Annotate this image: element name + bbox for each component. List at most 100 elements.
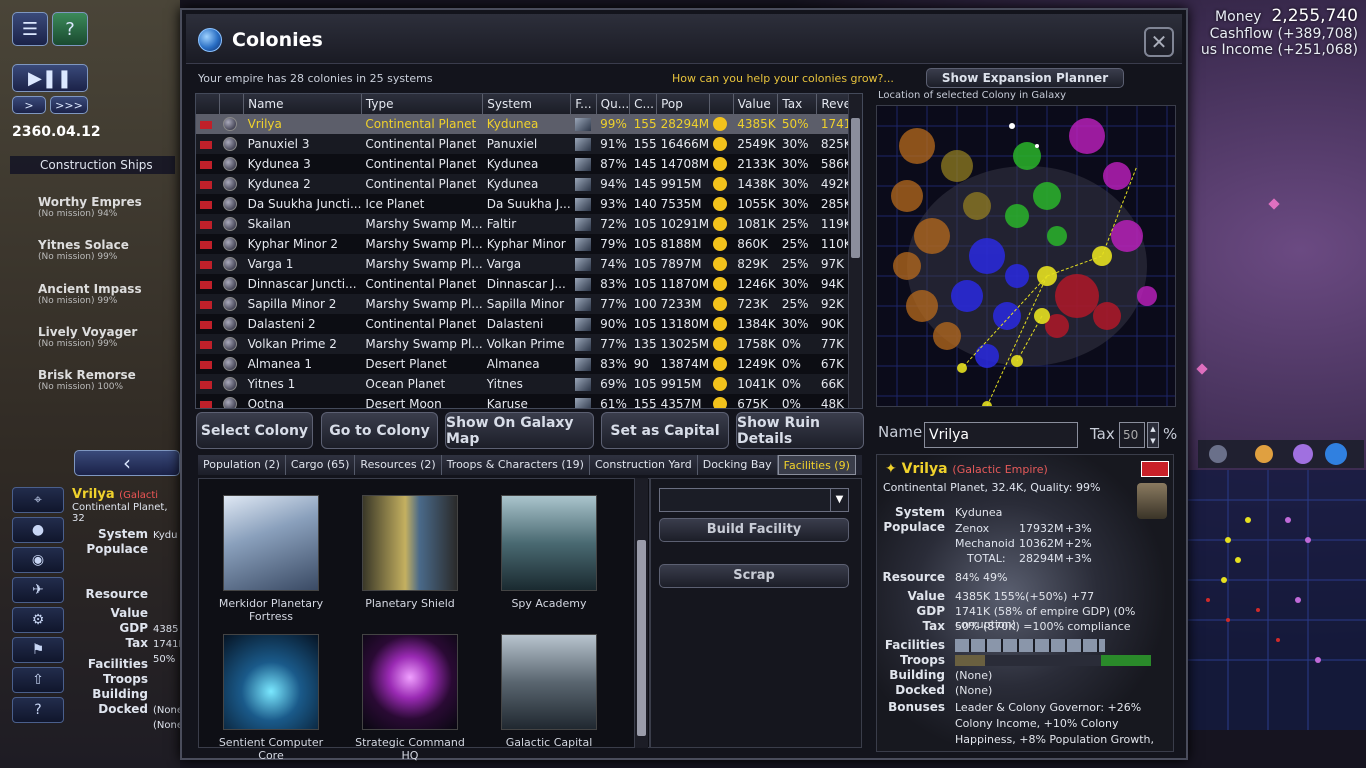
help-icon[interactable]: ?	[52, 12, 88, 46]
facility-item[interactable]: Spy Academy	[484, 495, 614, 610]
col-header[interactable]	[709, 94, 734, 114]
ship-pct: 99%	[97, 339, 118, 349]
scrap-button[interactable]: Scrap	[659, 564, 849, 588]
col-header[interactable]: Tax	[777, 94, 818, 114]
eye-icon[interactable]: ◉	[12, 547, 64, 573]
tab-facilities[interactable]: Facilities (9)	[777, 455, 856, 475]
speed-up-button[interactable]: >	[12, 96, 46, 114]
fleet-icon[interactable]: ⇧	[12, 667, 64, 693]
ship-item[interactable]: Brisk Remorse (No mission) 100%	[38, 368, 178, 392]
facility-icons-strip[interactable]	[955, 639, 1105, 652]
tab-resources[interactable]: Resources (2)	[355, 455, 442, 475]
table-row[interactable]: Sapilla Minor 2 Marshy Swamp Pl... Sapilla…	[196, 294, 862, 314]
table-row[interactable]: Panuxiel 3 Continental Planet Panuxiel 91% 1…	[196, 134, 862, 154]
tax-input[interactable]: 50	[1119, 422, 1145, 448]
facilities-scrollbar[interactable]	[634, 478, 648, 748]
facility-item[interactable]: Planetary Shield	[345, 495, 475, 610]
table-row[interactable]: Kydunea 2 Continental Planet Kydunea 94% 145…	[196, 174, 862, 194]
table-row[interactable]: Volkan Prime 2 Marshy Swamp Pl... Volkan P…	[196, 334, 862, 354]
planet-icon[interactable]: ●	[12, 517, 64, 543]
ship-item[interactable]: Yitnes Solace (No mission) 99%	[38, 238, 178, 262]
facility-item[interactable]: Merkidor Planetary Fortress	[206, 495, 336, 623]
colony-system: Varga	[482, 254, 571, 274]
col-flag[interactable]	[196, 94, 220, 114]
table-row[interactable]: Da Suukha Juncti... Ice Planet Da Suukha J…	[196, 194, 862, 214]
col-header[interactable]: F...	[570, 94, 597, 114]
col-header[interactable]: System	[482, 94, 572, 114]
build-facility-button[interactable]: Build Facility	[659, 518, 849, 542]
flag-icon[interactable]: ⚑	[12, 637, 64, 663]
question-icon[interactable]: ?	[12, 697, 64, 723]
icon-cell	[571, 354, 596, 374]
colony-name-input[interactable]: Vrilya	[924, 422, 1078, 448]
col-header[interactable]: Qu...	[596, 94, 631, 114]
speed-max-button[interactable]: >>>	[50, 96, 88, 114]
go-to-colony-button[interactable]: Go to Colony	[321, 412, 438, 449]
tab-population[interactable]: Population (2)	[198, 455, 286, 475]
col-header[interactable]: Type	[361, 94, 484, 114]
select-colony-button[interactable]: Select Colony	[196, 412, 313, 449]
left-tax-value: 50%	[153, 654, 176, 665]
facility-dropdown[interactable]: ▼	[659, 488, 849, 512]
show-on-galaxy-map-button[interactable]: Show On Galaxy Map	[445, 412, 594, 449]
colony-system: Panuxiel	[482, 134, 571, 154]
list-menu-icon[interactable]: ☰	[12, 12, 48, 46]
table-scrollbar[interactable]	[848, 94, 862, 408]
galaxy-minimap[interactable]	[876, 105, 1176, 407]
tab-construction-yard[interactable]: Construction Yard	[589, 455, 698, 475]
gear-icon[interactable]: ⚙	[12, 607, 64, 633]
show-ruin-details-button[interactable]: Show Ruin Details	[736, 412, 864, 449]
col-header[interactable]: Name	[243, 94, 362, 114]
governor-portrait[interactable]	[1137, 483, 1167, 519]
col-image[interactable]	[219, 94, 245, 114]
galaxy-map-edge[interactable]	[1188, 0, 1366, 768]
ship-item[interactable]: Lively Voyager (No mission) 99%	[38, 325, 178, 349]
tab-troops-characters[interactable]: Troops & Characters (19)	[441, 455, 590, 475]
col-header[interactable]: Pop	[656, 94, 710, 114]
col-header[interactable]: Value	[733, 94, 779, 114]
colonies-table[interactable]: Name Type System F... Qu... C... Pop Val…	[195, 93, 863, 409]
table-row[interactable]: Varga 1 Marshy Swamp Pl... Varga 74% 105 7897…	[196, 254, 862, 274]
table-row[interactable]: Dinnascar Juncti... Continental Planet Din…	[196, 274, 862, 294]
ship-icon[interactable]: ✈	[12, 577, 64, 603]
table-row[interactable]: Yitnes 1 Ocean Planet Yitnes 69% 105 9915M 104…	[196, 374, 862, 394]
icon-cell	[709, 354, 733, 374]
table-row[interactable]: Dalasteni 2 Continental Planet Dalasteni 90…	[196, 314, 862, 334]
target-lock-icon[interactable]: ⌖	[12, 487, 64, 513]
facilities-scroll-thumb[interactable]	[637, 540, 646, 736]
help-link[interactable]: How can you help your colonies grow?...	[672, 72, 894, 85]
icon-cell	[570, 114, 597, 134]
race-name: Zenox	[955, 522, 990, 535]
ship-item[interactable]: Worthy Empres (No mission) 94%	[38, 195, 178, 219]
show-expansion-planner-button[interactable]: Show Expansion Planner	[926, 68, 1124, 88]
set-as-capital-button[interactable]: Set as Capital	[601, 412, 729, 449]
table-scroll-thumb[interactable]	[851, 118, 860, 258]
info-populace-label: Populace	[883, 520, 945, 534]
tab-docking-bay[interactable]: Docking Bay	[697, 455, 778, 475]
tax-stepper[interactable]: ▲ ▼	[1147, 422, 1159, 448]
table-row[interactable]: Almanea 1 Desert Planet Almanea 83% 90 13874M…	[196, 354, 862, 374]
colony-c: 105	[629, 374, 657, 394]
facility-item[interactable]: Strategic Command HQ	[345, 634, 475, 762]
facility-item[interactable]: Sentient Computer Core	[206, 634, 336, 762]
tab-cargo[interactable]: Cargo (65)	[285, 455, 356, 475]
icon-cell	[219, 314, 243, 334]
play-pause-button[interactable]: ▶❚❚	[12, 64, 88, 92]
collapse-left-icon[interactable]: ‹	[74, 450, 180, 476]
happiness-icon	[713, 117, 728, 132]
troops-bar[interactable]	[955, 655, 1151, 666]
table-row[interactable]: Kyphar Minor 2 Marshy Swamp Pl... Kyphar M…	[196, 234, 862, 254]
col-header[interactable]: C...	[629, 94, 658, 114]
info-bonuses-value: Leader & Colony Governor: +26% Colony In…	[955, 701, 1154, 746]
ship-item[interactable]: Ancient Impass (No mission) 99%	[38, 282, 178, 306]
construction-ships-header[interactable]: Construction Ships	[10, 156, 175, 174]
table-row[interactable]: Skailan Marshy Swamp M... Faltir 72% 105 1029…	[196, 214, 862, 234]
table-row[interactable]: Ootna Desert Moon Karuse 61% 155 4357M 675K 0% 4…	[196, 394, 862, 408]
facility-item[interactable]: Galactic Capital	[484, 634, 614, 749]
table-row[interactable]: Kydunea 3 Continental Planet Kydunea 87% 145…	[196, 154, 862, 174]
close-icon[interactable]: ✕	[1144, 27, 1174, 57]
colony-pop: 9915M	[656, 174, 710, 194]
bonus-label: us Income	[1200, 42, 1273, 58]
population-row: Zenox 17932M +3%	[955, 521, 1092, 536]
table-row[interactable]: Vrilya Continental Planet Kydunea 99% 155 282…	[196, 114, 862, 134]
